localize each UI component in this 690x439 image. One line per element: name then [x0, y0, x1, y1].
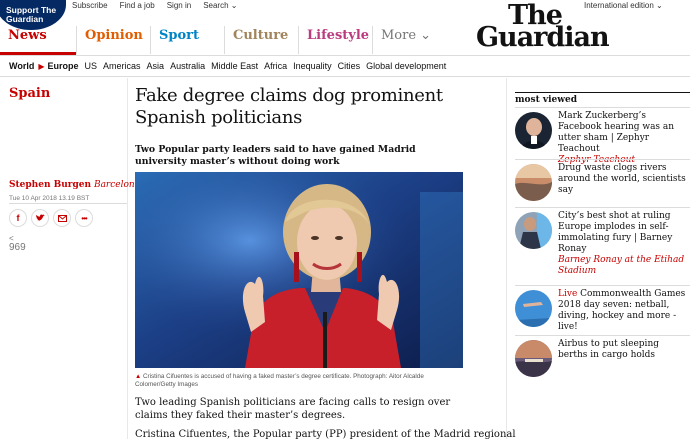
author-location: Barcelona [93, 180, 141, 190]
pillar-opinion[interactable]: Opinion [76, 26, 150, 54]
pillar-sport[interactable]: Sport [150, 26, 224, 54]
most-viewed-item[interactable]: Drug waste clogs rivers around the world… [515, 159, 690, 209]
most-viewed-title: most viewed [515, 95, 578, 105]
pillar-more[interactable]: More ⌄ [372, 26, 442, 54]
subnav-us[interactable]: US [85, 61, 98, 71]
most-viewed-headline: Live Commonwealth Games 2018 day seven: … [558, 289, 688, 333]
caption-text: Cristina Cifuentes is accused of having … [135, 373, 424, 388]
subnav-australia[interactable]: Australia [170, 61, 205, 71]
most-viewed-item[interactable]: Live Commonwealth Games 2018 day seven: … [515, 285, 690, 335]
most-viewed-text: Drug waste clogs rivers around the world… [558, 163, 686, 195]
facebook-share-button[interactable]: f [9, 209, 27, 227]
live-kicker: Live [558, 289, 578, 299]
publish-date: Tue 10 Apr 2018 13.19 BST [9, 195, 90, 202]
subnav-americas[interactable]: Americas [103, 61, 141, 71]
pillar-news[interactable]: News [0, 26, 76, 55]
subnav-middle-east[interactable]: Middle East [211, 61, 258, 71]
share-count: 969 [9, 242, 26, 253]
subnav-europe[interactable]: Europe [48, 61, 79, 71]
most-viewed-headline: Mark Zuckerberg’s Facebook hearing was a… [558, 111, 688, 166]
most-viewed-item[interactable]: Mark Zuckerberg’s Facebook hearing was a… [515, 107, 690, 165]
subnav-asia[interactable]: Asia [147, 61, 165, 71]
article-headline: Fake degree claims dog prominent Spanish… [135, 85, 443, 128]
author-name[interactable]: Stephen Burgen [9, 180, 91, 190]
most-viewed-thumbnail [515, 340, 552, 377]
subnav-cities[interactable]: Cities [338, 61, 361, 71]
image-caption: ▲ Cristina Cifuentes is accused of havin… [135, 373, 435, 389]
pillar-culture-label: Culture [233, 28, 289, 43]
column-divider-left [127, 78, 128, 439]
pillar-opinion-label: Opinion [85, 28, 143, 43]
politician-photo [135, 172, 463, 368]
twitter-share-button[interactable] [31, 209, 49, 227]
pillar-news-label: News [8, 28, 47, 43]
most-viewed-item[interactable]: Airbus to put sleeping berths in cargo h… [515, 335, 690, 385]
pillar-nav: News Opinion Sport Culture Lifestyle Mor… [0, 26, 442, 56]
article-paragraph-2: Cristina Cifuentes, the Popular party (P… [135, 429, 516, 439]
share-buttons: f ••• [9, 209, 93, 227]
email-icon [57, 214, 67, 222]
pillar-lifestyle[interactable]: Lifestyle [298, 26, 372, 54]
support-label: Support The Guardian [6, 5, 57, 24]
column-divider-right [506, 78, 507, 439]
masthead: Support The Guardian Subscribe Find a jo… [0, 0, 690, 55]
sign-in-link[interactable]: Sign in [167, 1, 191, 10]
subscribe-link[interactable]: Subscribe [72, 1, 108, 10]
section-label[interactable]: Spain [9, 86, 50, 101]
most-viewed-thumbnail [515, 212, 552, 249]
search-link[interactable]: Search ⌄ [203, 1, 237, 10]
more-dots-icon: ••• [81, 213, 87, 223]
most-viewed-headline: City’s best shot at ruling Europe implod… [558, 211, 688, 277]
more-share-button[interactable]: ••• [75, 209, 93, 227]
most-viewed-thumbnail [515, 290, 552, 327]
subnav-africa[interactable]: Africa [264, 61, 287, 71]
article-paragraph-1: Two leading Spanish politicians are faci… [135, 397, 451, 421]
most-viewed-text: Commonwealth Games 2018 day seven: netba… [558, 289, 686, 332]
byline: Stephen Burgen Barcelona [9, 180, 140, 190]
edition-selector[interactable]: International edition ⌄ [584, 1, 663, 10]
twitter-icon [35, 214, 45, 221]
sub-navigation: World ▶ Europe US Americas Asia Australi… [0, 55, 690, 77]
subnav-arrow-icon: ▶ [38, 61, 45, 71]
pillar-more-label: More ⌄ [381, 28, 432, 43]
most-viewed-thumbnail [515, 164, 552, 201]
email-share-button[interactable] [53, 209, 71, 227]
top-links: Subscribe Find a job Sign in Search ⌄ [72, 1, 237, 10]
article-standfirst: Two Popular party leaders said to have g… [135, 144, 416, 167]
most-viewed-rule [515, 92, 690, 93]
most-viewed-text: Airbus to put sleeping berths in cargo h… [558, 339, 659, 360]
logo-line-2: Guardian [476, 22, 610, 53]
find-job-link[interactable]: Find a job [120, 1, 155, 10]
subnav-world[interactable]: World [9, 61, 34, 71]
most-viewed-headline: Drug waste clogs rivers around the world… [558, 163, 688, 196]
pillar-sport-label: Sport [159, 28, 200, 43]
subnav-inequality[interactable]: Inequality [293, 61, 332, 71]
pillar-culture[interactable]: Culture [224, 26, 298, 54]
caption-triangle-icon: ▲ [135, 373, 142, 380]
subnav-global-development[interactable]: Global development [366, 61, 446, 71]
most-viewed-headline: Airbus to put sleeping berths in cargo h… [558, 339, 688, 361]
most-viewed-thumbnail [515, 112, 552, 149]
most-viewed-text: City’s best shot at ruling Europe implod… [558, 211, 673, 254]
most-viewed-item[interactable]: City’s best shot at ruling Europe implod… [515, 207, 690, 285]
article-main-image[interactable] [135, 172, 463, 368]
most-viewed-author: Barney Ronay at the Etihad Stadium [558, 255, 685, 276]
facebook-icon: f [16, 213, 20, 223]
most-viewed-text: Mark Zuckerberg’s Facebook hearing was a… [558, 111, 675, 154]
pillar-lifestyle-label: Lifestyle [307, 28, 370, 43]
meta-divider [9, 203, 127, 204]
